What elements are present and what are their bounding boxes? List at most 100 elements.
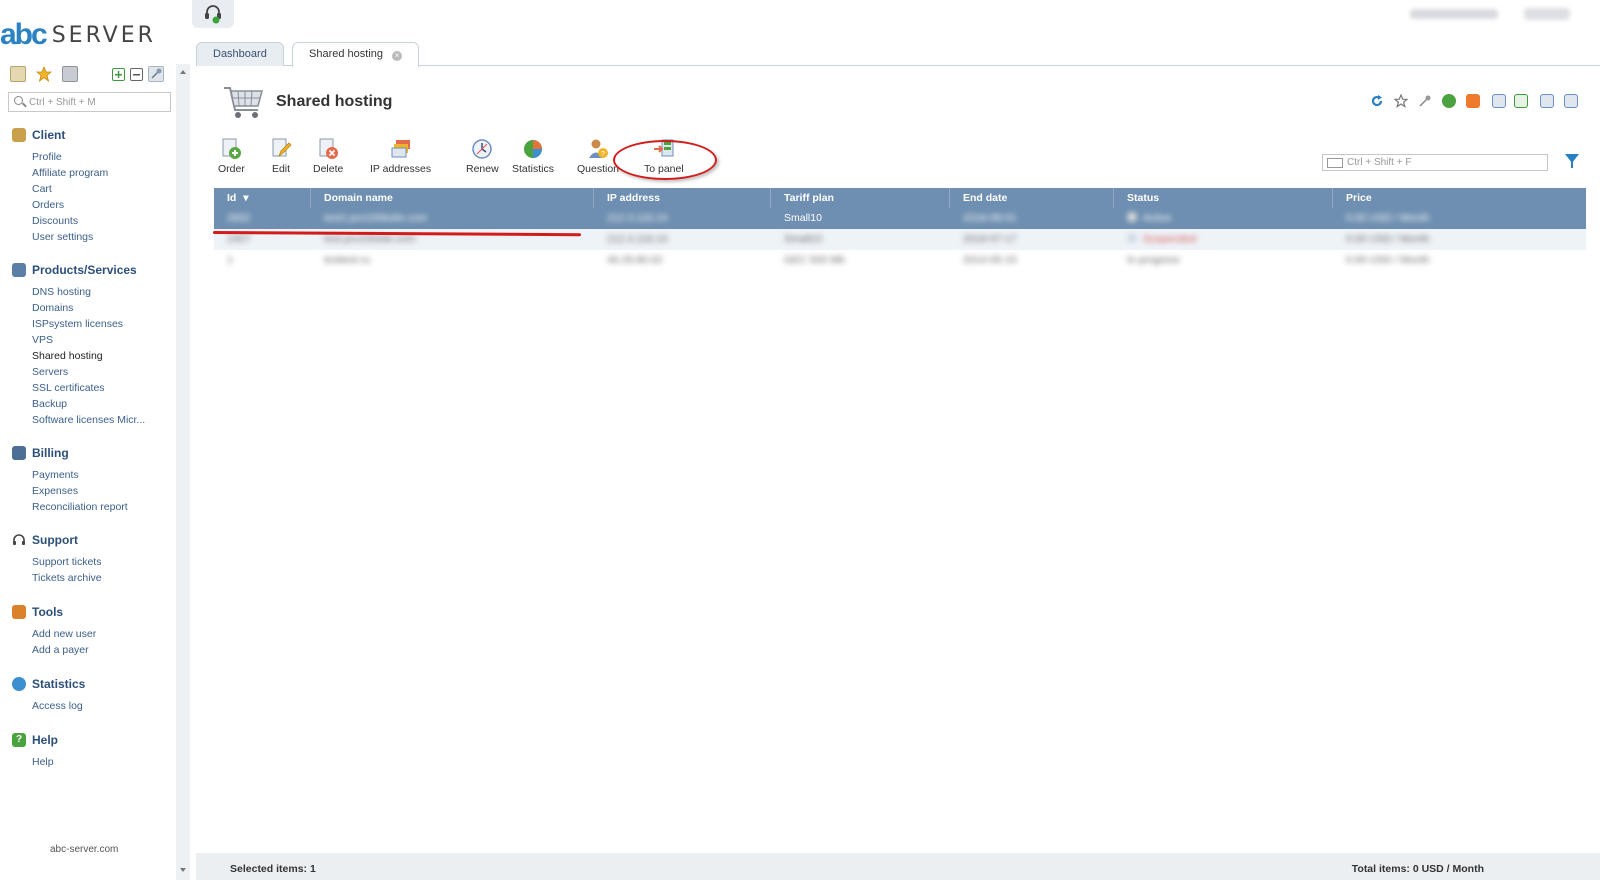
table-filter[interactable] [1322,154,1548,171]
menu-group-products-services: Products/Services DNS hosting Domains IS… [12,262,172,428]
sidebar-scrollbar[interactable] [176,64,190,880]
svg-text:?: ? [601,151,605,158]
status-bar: Selected items: 1 Total items: 0 USD / M… [196,853,1600,880]
sidebar-item-ispsystem-licenses[interactable]: ISPsystem licenses [12,316,172,332]
logo-mark: abc [0,18,48,51]
sidebar-item-servers[interactable]: Servers [12,364,172,380]
menu-title-client[interactable]: Client [12,127,172,143]
menu-title-tools[interactable]: Tools [12,604,172,620]
favorites-star-icon[interactable] [35,65,53,83]
edit-button[interactable]: Edit [270,138,292,175]
table-settings-icon[interactable] [1564,94,1578,108]
support-headset-button[interactable] [192,0,234,28]
column-ip-address[interactable]: IP address [594,188,771,208]
sidebar-item-add-new-user[interactable]: Add new user [12,626,172,642]
ip-addresses-button[interactable]: IP addresses [370,138,431,175]
sidebar-item-profile[interactable]: Profile [12,149,172,165]
user-balance-blurred[interactable] [1410,9,1498,19]
menu-title-products-services[interactable]: Products/Services [12,262,172,278]
excel-export-icon[interactable] [1514,94,1528,108]
print-icon[interactable] [1540,94,1554,108]
billing-icon [12,446,26,460]
filter-search-icon [1327,158,1343,168]
sidebar-item-reconciliation-report[interactable]: Reconciliation report [12,499,172,515]
user-menu-blurred[interactable] [1524,8,1570,20]
scroll-down-icon[interactable] [180,868,186,872]
menu-group-billing: Billing Payments Expenses Reconciliation… [12,445,172,515]
tree-view-icon[interactable] [10,66,26,82]
menu-group-client: Client Profile Affiliate program Cart Or… [12,127,172,245]
delete-button[interactable]: Delete [313,138,343,175]
shared-hosting-table: Id ▾ Domain name IP address Tariff plan … [214,188,1586,271]
star-icon[interactable] [1393,93,1409,109]
menu-title-support[interactable]: Support [12,532,172,548]
stop-icon[interactable] [1466,94,1480,108]
filter-input[interactable] [1347,156,1542,169]
column-status[interactable]: Status [1114,188,1333,208]
toolbar: Order Edit Delete IP addresses Renew Sta… [212,138,732,178]
status-suspended-icon [1127,233,1137,243]
pin-icon[interactable] [1418,94,1432,108]
tab-dashboard[interactable]: Dashboard [196,42,284,66]
renew-button[interactable]: Renew [466,138,499,175]
sidebar-item-discounts[interactable]: Discounts [12,213,172,229]
sidebar-item-domains[interactable]: Domains [12,300,172,316]
table-row[interactable]: 2832 test1.pro100bsite.com 212.3.118.10 … [214,208,1586,229]
sidebar-item-shared-hosting[interactable]: Shared hosting [12,348,172,364]
client-icon [12,128,26,142]
sidebar-item-vps[interactable]: VPS [12,332,172,348]
menu-title-help[interactable]: ? Help [12,732,172,748]
sort-desc-icon: ▾ [243,192,249,204]
filter-funnel-icon[interactable] [1565,154,1579,168]
sidebar-item-user-settings[interactable]: User settings [12,229,172,245]
shopping-cart-icon [222,82,264,122]
cart-icon [12,263,26,277]
sidebar-item-access-log[interactable]: Access log [12,698,172,714]
pin-icon[interactable] [148,66,164,82]
abc-server-logo[interactable]: abc SERVER [0,18,156,52]
sidebar-search-input[interactable] [29,95,167,109]
order-plus-icon [220,138,242,160]
copy-icon[interactable] [1492,94,1506,108]
sidebar: abc SERVER Client Profile Affiliate prog… [0,0,178,880]
column-id[interactable]: Id ▾ [214,188,311,208]
refresh-icon[interactable] [1370,94,1384,108]
sidebar-item-software-licenses[interactable]: Software licenses Micr... [12,412,172,428]
menu-title-statistics[interactable]: Statistics [12,676,172,692]
column-price[interactable]: Price [1333,188,1586,208]
page-title: Shared hosting [276,93,393,110]
menu-title-billing[interactable]: Billing [12,445,172,461]
expand-all-icon[interactable] [112,68,125,81]
sidebar-item-payments[interactable]: Payments [12,467,172,483]
sidebar-item-expenses[interactable]: Expenses [12,483,172,499]
sidebar-item-cart[interactable]: Cart [12,181,172,197]
sidebar-item-tickets-archive[interactable]: Tickets archive [12,570,172,586]
tab-shared-hosting[interactable]: Shared hosting × [292,42,420,67]
briefcase-icon[interactable] [62,66,78,82]
sidebar-item-help[interactable]: Help [12,754,172,770]
close-tab-icon[interactable]: × [392,51,403,61]
sidebar-item-affiliate-program[interactable]: Affiliate program [12,165,172,181]
statistics-button[interactable]: Statistics [512,138,554,175]
sidebar-search[interactable] [8,92,171,112]
renew-clock-icon [471,138,493,160]
sidebar-item-dns-hosting[interactable]: DNS hosting [12,284,172,300]
sidebar-item-orders[interactable]: Orders [12,197,172,213]
menu-group-statistics: Statistics Access log [12,676,172,714]
sidebar-footer-link[interactable]: abc-server.com [50,844,118,855]
table-header: Id ▾ Domain name IP address Tariff plan … [214,188,1586,208]
globe-icon[interactable] [1442,94,1456,108]
sidebar-item-add-a-payer[interactable]: Add a payer [12,642,172,658]
column-tariff-plan[interactable]: Tariff plan [771,188,950,208]
scroll-up-icon[interactable] [180,70,186,74]
to-panel-button[interactable]: To panel [644,138,684,175]
sidebar-item-support-tickets[interactable]: Support tickets [12,554,172,570]
collapse-all-icon[interactable] [130,68,143,81]
sidebar-item-backup[interactable]: Backup [12,396,172,412]
sidebar-item-ssl-certificates[interactable]: SSL certificates [12,380,172,396]
table-row[interactable]: 1 testtest.ru 46.29.80.02 GEC 500 Mb 201… [214,250,1586,271]
order-button[interactable]: Order [218,138,245,175]
column-end-date[interactable]: End date [950,188,1114,208]
question-button[interactable]: ? Question [577,138,619,175]
column-domain-name[interactable]: Domain name [311,188,594,208]
